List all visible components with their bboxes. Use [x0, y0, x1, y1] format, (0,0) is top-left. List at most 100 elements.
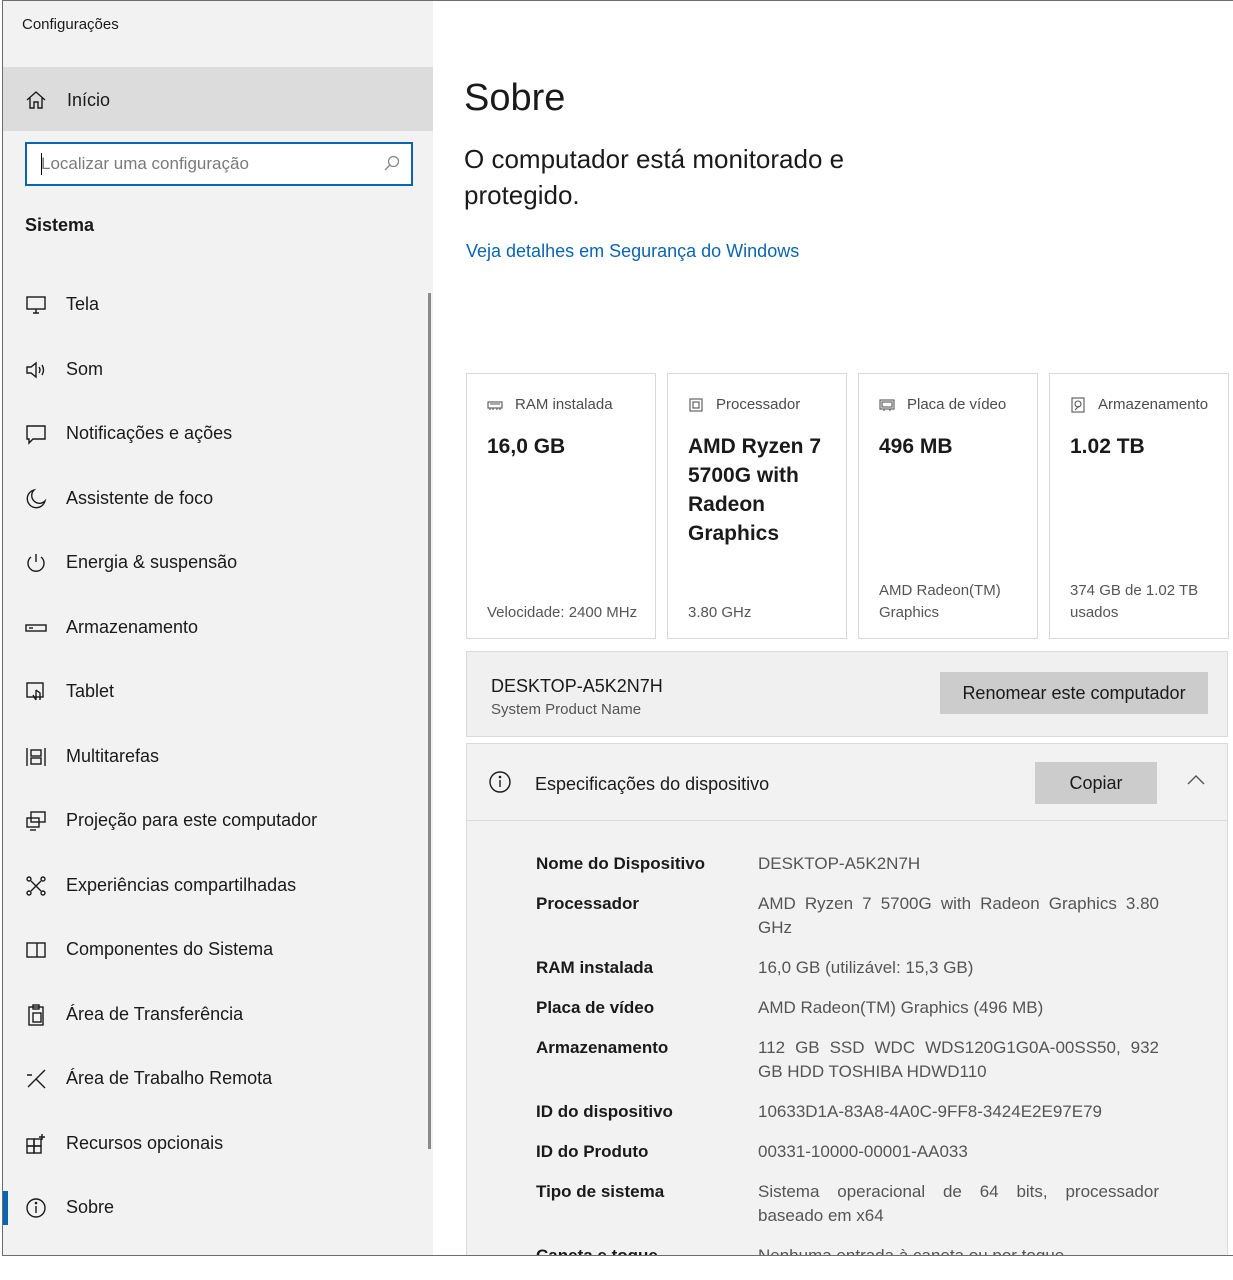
chevron-up-icon[interactable] — [1185, 772, 1207, 788]
notification-icon — [24, 422, 48, 446]
sidebar-item-sobre[interactable]: Sobre — [3, 1176, 427, 1241]
spec-row: Nome do Dispositivo DESKTOP-A5K2N7H — [536, 852, 1176, 876]
computer-name: DESKTOP-A5K2N7H — [491, 676, 663, 696]
computer-name-panel: DESKTOP-A5K2N7H System Product Name Reno… — [466, 651, 1228, 737]
spec-key: Armazenamento — [536, 1038, 669, 1057]
spec-row: ID do Produto 00331-10000-00001-AA033 — [536, 1140, 1176, 1164]
shared-icon — [24, 874, 48, 898]
spec-value: 16,0 GB (utilizável: 15,3 GB) — [758, 958, 974, 977]
card-header: Armazenamento — [1070, 396, 1208, 413]
spec-key: Nome do Dispositivo — [536, 854, 706, 873]
card-header: Placa de vídeo — [879, 396, 1006, 413]
search-input[interactable] — [41, 144, 371, 184]
sidebar-item-multitarefas[interactable]: Multitarefas — [3, 725, 427, 790]
home-icon — [25, 89, 47, 111]
card-label: Processador — [716, 396, 801, 413]
sidebar-item-area-transferencia[interactable]: Área de Transferência — [3, 983, 427, 1048]
spec-key: ID do Produto — [536, 1142, 649, 1161]
sidebar-item-label: Multitarefas — [66, 745, 160, 766]
speaker-icon — [24, 358, 48, 382]
search-icon[interactable] — [383, 154, 401, 172]
sidebar-item-label: Notificações e ações — [66, 423, 233, 443]
card-header: Processador — [688, 396, 800, 413]
components-icon — [24, 938, 48, 962]
sidebar-item-notificacoes[interactable]: Notificações e ações — [3, 402, 427, 467]
spec-key: Placa de vídeo — [536, 998, 655, 1017]
moon-icon — [24, 487, 48, 511]
ram-icon — [487, 400, 503, 410]
device-specs-header[interactable]: Especificações do dispositivo Copiar — [467, 744, 1227, 821]
processor-card: Processador AMD Ryzen 7 5700G with Radeo… — [667, 373, 847, 639]
card-subtext: Velocidade: 2400 MHz — [487, 604, 638, 621]
spec-value: DESKTOP-A5K2N7H — [758, 854, 921, 873]
spec-row: Placa de vídeo AMD Radeon(TM) Graphics (… — [536, 996, 1176, 1020]
monitor-icon — [24, 293, 48, 317]
home-nav-item[interactable]: Início — [3, 67, 433, 131]
spec-row: Caneta e toque Nenhuma entrada à caneta … — [536, 1244, 1176, 1256]
card-value: AMD Ryzen 7 5700G with Radeon Graphics — [688, 435, 822, 545]
sidebar-item-recursos-opcionais[interactable]: Recursos opcionais — [3, 1112, 427, 1177]
sidebar-item-label: Experiências compartilhadas — [66, 874, 297, 895]
optional-features-icon — [24, 1132, 48, 1156]
ram-card: RAM instalada 16,0 GB Velocidade: 2400 M… — [466, 373, 656, 639]
cpu-icon — [689, 397, 703, 412]
storage-card: Armazenamento 1.02 TB 374 GB de 1.02 TB … — [1049, 373, 1229, 639]
sidebar-item-componentes[interactable]: Componentes do Sistema — [3, 918, 427, 983]
spec-key: Tipo de sistema — [536, 1182, 665, 1201]
sidebar-item-label: Área de Transferência — [66, 1003, 244, 1024]
sidebar-item-projecao[interactable]: Projeção para este computador — [3, 789, 427, 854]
app-title: Configurações — [22, 16, 119, 33]
sidebar-item-tablet[interactable]: Tablet — [3, 660, 427, 725]
multitask-icon — [24, 745, 48, 769]
power-icon — [24, 551, 48, 575]
computer-model: System Product Name — [491, 701, 642, 718]
info-icon — [488, 770, 512, 794]
sidebar-item-label: Sobre — [66, 1197, 115, 1217]
sidebar-item-energia[interactable]: Energia & suspensão — [3, 531, 427, 596]
projection-icon — [24, 809, 48, 833]
device-specs-panel: Especificações do dispositivo Copiar Nom… — [466, 743, 1228, 1256]
sidebar-item-tela[interactable]: Tela — [3, 273, 427, 338]
sidebar-item-assistente-foco[interactable]: Assistente de foco — [3, 467, 427, 532]
spec-key: RAM instalada — [536, 958, 654, 977]
spec-key: ID do dispositivo — [536, 1102, 673, 1121]
protection-status: O computador está monitorado e protegido… — [464, 144, 845, 210]
card-subtext: 374 GB de 1.02 TB usados — [1070, 582, 1199, 621]
sidebar-scrollbar[interactable] — [428, 293, 431, 1149]
spec-row: Processador AMD Ryzen 7 5700G with Radeo… — [536, 892, 1176, 940]
sidebar-item-label: Projeção para este computador — [66, 810, 318, 830]
info-icon — [24, 1196, 48, 1220]
settings-window: Configurações Início Sistema Tela Som — [2, 0, 1233, 1256]
sidebar-item-label: Energia & suspensão — [66, 552, 238, 572]
page-title: Sobre — [464, 77, 566, 119]
spec-value: AMD Radeon(TM) Graphics (496 MB) — [758, 998, 1044, 1017]
sidebar-item-label: Assistente de foco — [66, 487, 214, 508]
card-subtext: 3.80 GHz — [688, 604, 752, 621]
spec-value: Sistema operacional de 64 bits, processa… — [758, 1182, 1159, 1225]
spec-value: AMD Ryzen 7 5700G with Radeon Graphics 3… — [758, 894, 1159, 937]
sidebar-item-som[interactable]: Som — [3, 338, 427, 403]
spec-value: 00331-10000-00001-AA033 — [758, 1142, 968, 1161]
sidebar-item-armazenamento[interactable]: Armazenamento — [3, 596, 427, 661]
tablet-icon — [24, 680, 48, 704]
card-header: RAM instalada — [487, 396, 613, 413]
spec-key: Processador — [536, 894, 639, 913]
card-subtext: AMD Radeon(TM) Graphics — [879, 582, 1001, 621]
copy-button[interactable]: Copiar — [1035, 762, 1157, 804]
device-specs-list: Nome do Dispositivo DESKTOP-A5K2N7H Proc… — [536, 852, 1176, 1256]
rename-computer-button[interactable]: Renomear este computador — [940, 672, 1208, 714]
spec-key: Caneta e toque — [536, 1246, 658, 1256]
storage-icon — [24, 616, 48, 640]
sidebar-item-area-trabalho-remota[interactable]: Área de Trabalho Remota — [3, 1047, 427, 1112]
gpu-card: Placa de vídeo 496 MB AMD Radeon(TM) Gra… — [858, 373, 1038, 639]
sidebar-item-label: Som — [66, 358, 104, 379]
sidebar-item-experiencias[interactable]: Experiências compartilhadas — [3, 854, 427, 919]
card-value: 1.02 TB — [1070, 435, 1145, 458]
disk-icon — [1071, 396, 1085, 413]
card-label: RAM instalada — [515, 396, 613, 413]
card-label: Placa de vídeo — [907, 396, 1007, 413]
windows-security-link[interactable]: Veja detalhes em Segurança do Windows — [466, 241, 799, 262]
sidebar-item-label: Recursos opcionais — [66, 1132, 224, 1153]
spec-row: RAM instalada 16,0 GB (utilizável: 15,3 … — [536, 956, 1176, 980]
search-box[interactable] — [25, 142, 413, 186]
